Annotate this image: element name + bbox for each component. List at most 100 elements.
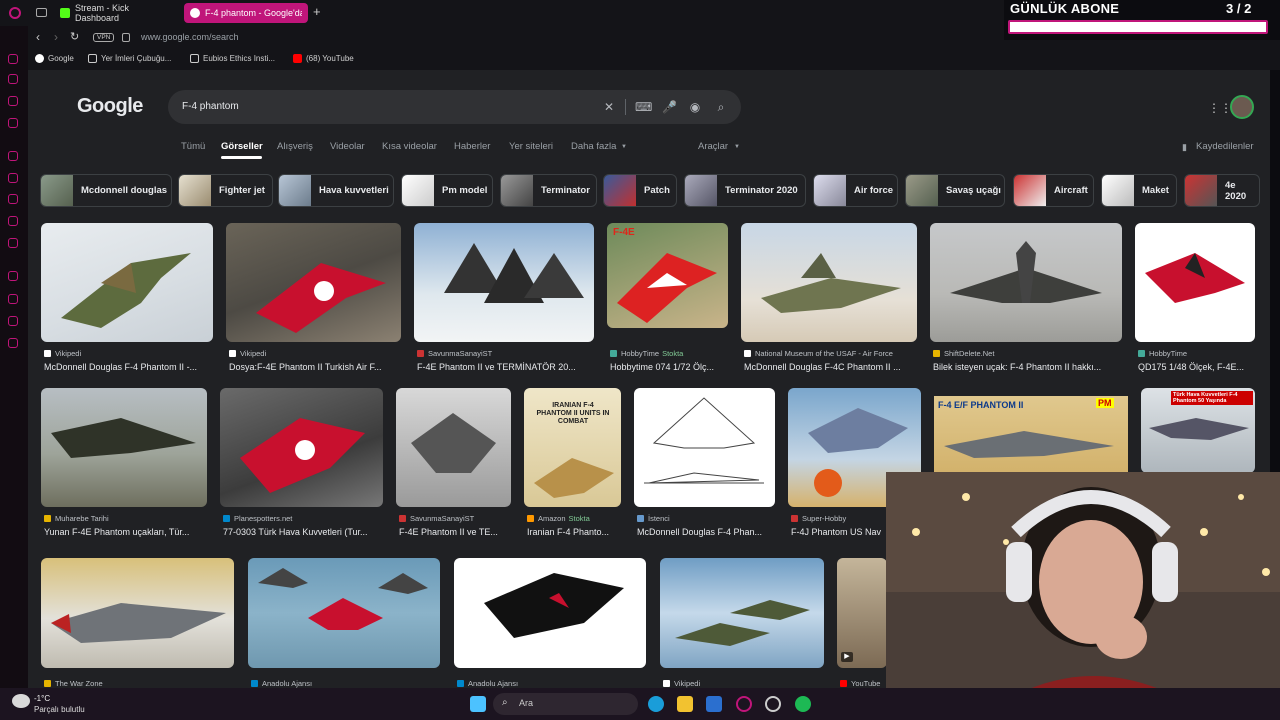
- new-tab-button[interactable]: +: [313, 4, 321, 19]
- microphone-icon[interactable]: 🎤: [662, 100, 677, 114]
- result-title[interactable]: McDonnell Douglas F-4 Phan...: [637, 527, 775, 537]
- tab-images[interactable]: Görseller: [221, 141, 263, 152]
- chip-air-force[interactable]: Air force: [813, 174, 898, 207]
- tab-videos[interactable]: Videolar: [330, 141, 365, 152]
- sidebar-icon[interactable]: [8, 238, 18, 248]
- sidebar-icon[interactable]: [8, 338, 18, 348]
- google-logo[interactable]: Google: [77, 95, 143, 118]
- result-title[interactable]: F-4E Phantom II ve TERMİNATÖR 20...: [417, 362, 594, 372]
- tab-all[interactable]: Tümü: [181, 141, 205, 152]
- result-title[interactable]: McDonnell Douglas F-4C Phantom II ...: [744, 362, 917, 372]
- result-source[interactable]: The War Zone: [44, 679, 103, 688]
- result-image[interactable]: [248, 558, 440, 668]
- result-card[interactable]: İstenci McDonnell Douglas F-4 Phan...: [634, 388, 775, 538]
- sidebar-icon[interactable]: [8, 151, 18, 161]
- spotify-icon[interactable]: [795, 696, 811, 712]
- sidebar-icon[interactable]: [8, 118, 18, 128]
- sidebar-icon[interactable]: [8, 194, 18, 204]
- search-box[interactable]: F-4 phantom ✕ ⌨ 🎤 ◉ ⌕: [168, 90, 741, 124]
- sidebar-icon[interactable]: [8, 216, 18, 226]
- url-field[interactable]: www.google.com/search: [141, 32, 239, 42]
- bookmark-google[interactable]: Google: [35, 54, 74, 63]
- result-card[interactable]: Muharebe Tarihi Yunan F-4E Phantom uçakl…: [41, 388, 207, 538]
- result-card[interactable]: Vikipedi Dosya:F-4E Phantom II Turkish A…: [226, 223, 401, 373]
- opera-logo-icon[interactable]: [9, 7, 21, 19]
- result-source[interactable]: Muharebe Tarihi: [44, 514, 109, 523]
- taskbar-search[interactable]: ⌕ Ara: [493, 693, 638, 715]
- bookmark-eubios[interactable]: Eubios Ethics Insti...: [190, 54, 275, 63]
- result-card[interactable]: The War Zone: [41, 558, 234, 688]
- result-image[interactable]: [41, 558, 234, 668]
- file-explorer-icon[interactable]: [677, 696, 693, 712]
- tab-news[interactable]: Haberler: [454, 141, 490, 152]
- chip-patch[interactable]: Patch: [603, 174, 677, 207]
- tab-overview-icon[interactable]: [36, 8, 47, 17]
- search-icon[interactable]: ⌕: [714, 100, 728, 114]
- result-source[interactable]: İstenci: [637, 514, 670, 523]
- result-image[interactable]: Türk Hava Kuvvetleri F-4 Phantom 50 Yaşı…: [1141, 388, 1255, 473]
- keyboard-icon[interactable]: ⌨: [635, 100, 652, 114]
- result-image[interactable]: ▶: [837, 558, 887, 668]
- sidebar-icon[interactable]: [8, 316, 18, 326]
- result-card[interactable]: Türk Hava Kuvvetleri F-4 Phantom 50 Yaşı…: [1141, 388, 1255, 473]
- sidebar-icon[interactable]: [8, 74, 18, 84]
- result-card[interactable]: F-4E HobbyTime Stokta Hobbytime 074 1/72 …: [607, 223, 728, 373]
- search-input[interactable]: F-4 phantom: [182, 101, 239, 112]
- chip-warplane[interactable]: Savaş uçağı: [905, 174, 1005, 207]
- result-source[interactable]: SavunmaSanayiST: [417, 349, 492, 358]
- bookmark-youtube[interactable]: (68) YouTube: [293, 54, 354, 63]
- result-source[interactable]: ShiftDelete.Net: [933, 349, 994, 358]
- lens-icon[interactable]: ◉: [688, 100, 702, 114]
- result-card[interactable]: Vikipedi McDonnell Douglas F-4 Phantom I…: [41, 223, 213, 373]
- weather-desc[interactable]: Parçalı bulutlu: [34, 705, 85, 714]
- result-image[interactable]: [634, 388, 775, 507]
- chip-air-forces[interactable]: Hava kuvvetleri: [278, 174, 394, 207]
- result-image[interactable]: [226, 223, 401, 342]
- result-source[interactable]: Anadolu Ajansı: [251, 679, 312, 688]
- app-icon[interactable]: [765, 696, 781, 712]
- tab-places[interactable]: Yer siteleri: [509, 141, 553, 152]
- result-image[interactable]: [660, 558, 824, 668]
- result-source[interactable]: YouTube: [840, 679, 880, 688]
- result-title[interactable]: McDonnell Douglas F-4 Phantom II -...: [44, 362, 214, 372]
- result-source[interactable]: Vikipedi: [229, 349, 266, 358]
- back-icon[interactable]: ‹: [36, 30, 40, 44]
- sidebar-icon[interactable]: [8, 173, 18, 183]
- chip-aircraft[interactable]: Aircraft: [1013, 174, 1094, 207]
- result-source[interactable]: HobbyTime Stokta: [610, 349, 683, 358]
- result-card[interactable]: F-4 E/F PHANTOM II PM: [934, 396, 1128, 476]
- result-card[interactable]: SavunmaSanayiST F-4E Phantom II ve TERMİ…: [414, 223, 594, 373]
- result-card[interactable]: SavunmaSanayiST F-4E Phantom II ve TE...: [396, 388, 511, 538]
- weather-temp[interactable]: -1°C: [34, 694, 50, 703]
- result-image[interactable]: [741, 223, 917, 342]
- result-title[interactable]: Hobbytime 074 1/72 Ölç...: [610, 362, 728, 372]
- result-card[interactable]: Planespotters.net 77-0303 Türk Hava Kuvv…: [220, 388, 383, 538]
- result-image[interactable]: [930, 223, 1122, 342]
- avatar[interactable]: [1230, 95, 1254, 119]
- result-source[interactable]: Planespotters.net: [223, 514, 292, 523]
- edge-icon[interactable]: [648, 696, 664, 712]
- chip-terminator[interactable]: Terminator: [500, 174, 597, 207]
- result-source[interactable]: Amazon Stokta: [527, 514, 590, 523]
- result-image[interactable]: [1135, 223, 1255, 342]
- result-source[interactable]: Anadolu Ajansı: [457, 679, 518, 688]
- result-source[interactable]: Vikipedi: [44, 349, 81, 358]
- result-title[interactable]: 77-0303 Türk Hava Kuvvetleri (Tur...: [223, 527, 383, 537]
- saved-link[interactable]: Kaydedilenler: [1196, 141, 1254, 152]
- result-card[interactable]: National Museum of the USAF - Air Force …: [741, 223, 917, 373]
- result-image[interactable]: [396, 388, 511, 507]
- sidebar-icon[interactable]: [8, 54, 18, 64]
- apps-grid-icon[interactable]: ⋮⋮: [1208, 101, 1232, 115]
- result-card[interactable]: Anadolu Ajansı: [454, 558, 646, 688]
- opera-gx-icon[interactable]: [736, 696, 752, 712]
- sidebar-icon[interactable]: [8, 96, 18, 106]
- tab-more[interactable]: Daha fazla: [571, 141, 616, 152]
- result-image[interactable]: [414, 223, 594, 342]
- result-title[interactable]: Iranian F-4 Phanto...: [527, 527, 621, 537]
- chip-terminator-2020[interactable]: Terminator 2020: [684, 174, 806, 207]
- result-source[interactable]: National Museum of the USAF - Air Force: [744, 349, 893, 358]
- result-title[interactable]: Bilek isteyen uçak: F-4 Phantom II hakkı…: [933, 362, 1121, 372]
- windows-start-icon[interactable]: [470, 696, 486, 712]
- result-title[interactable]: Yunan F-4E Phantom uçakları, Tür...: [44, 527, 207, 537]
- chip-model-kit[interactable]: Maket: [1101, 174, 1177, 207]
